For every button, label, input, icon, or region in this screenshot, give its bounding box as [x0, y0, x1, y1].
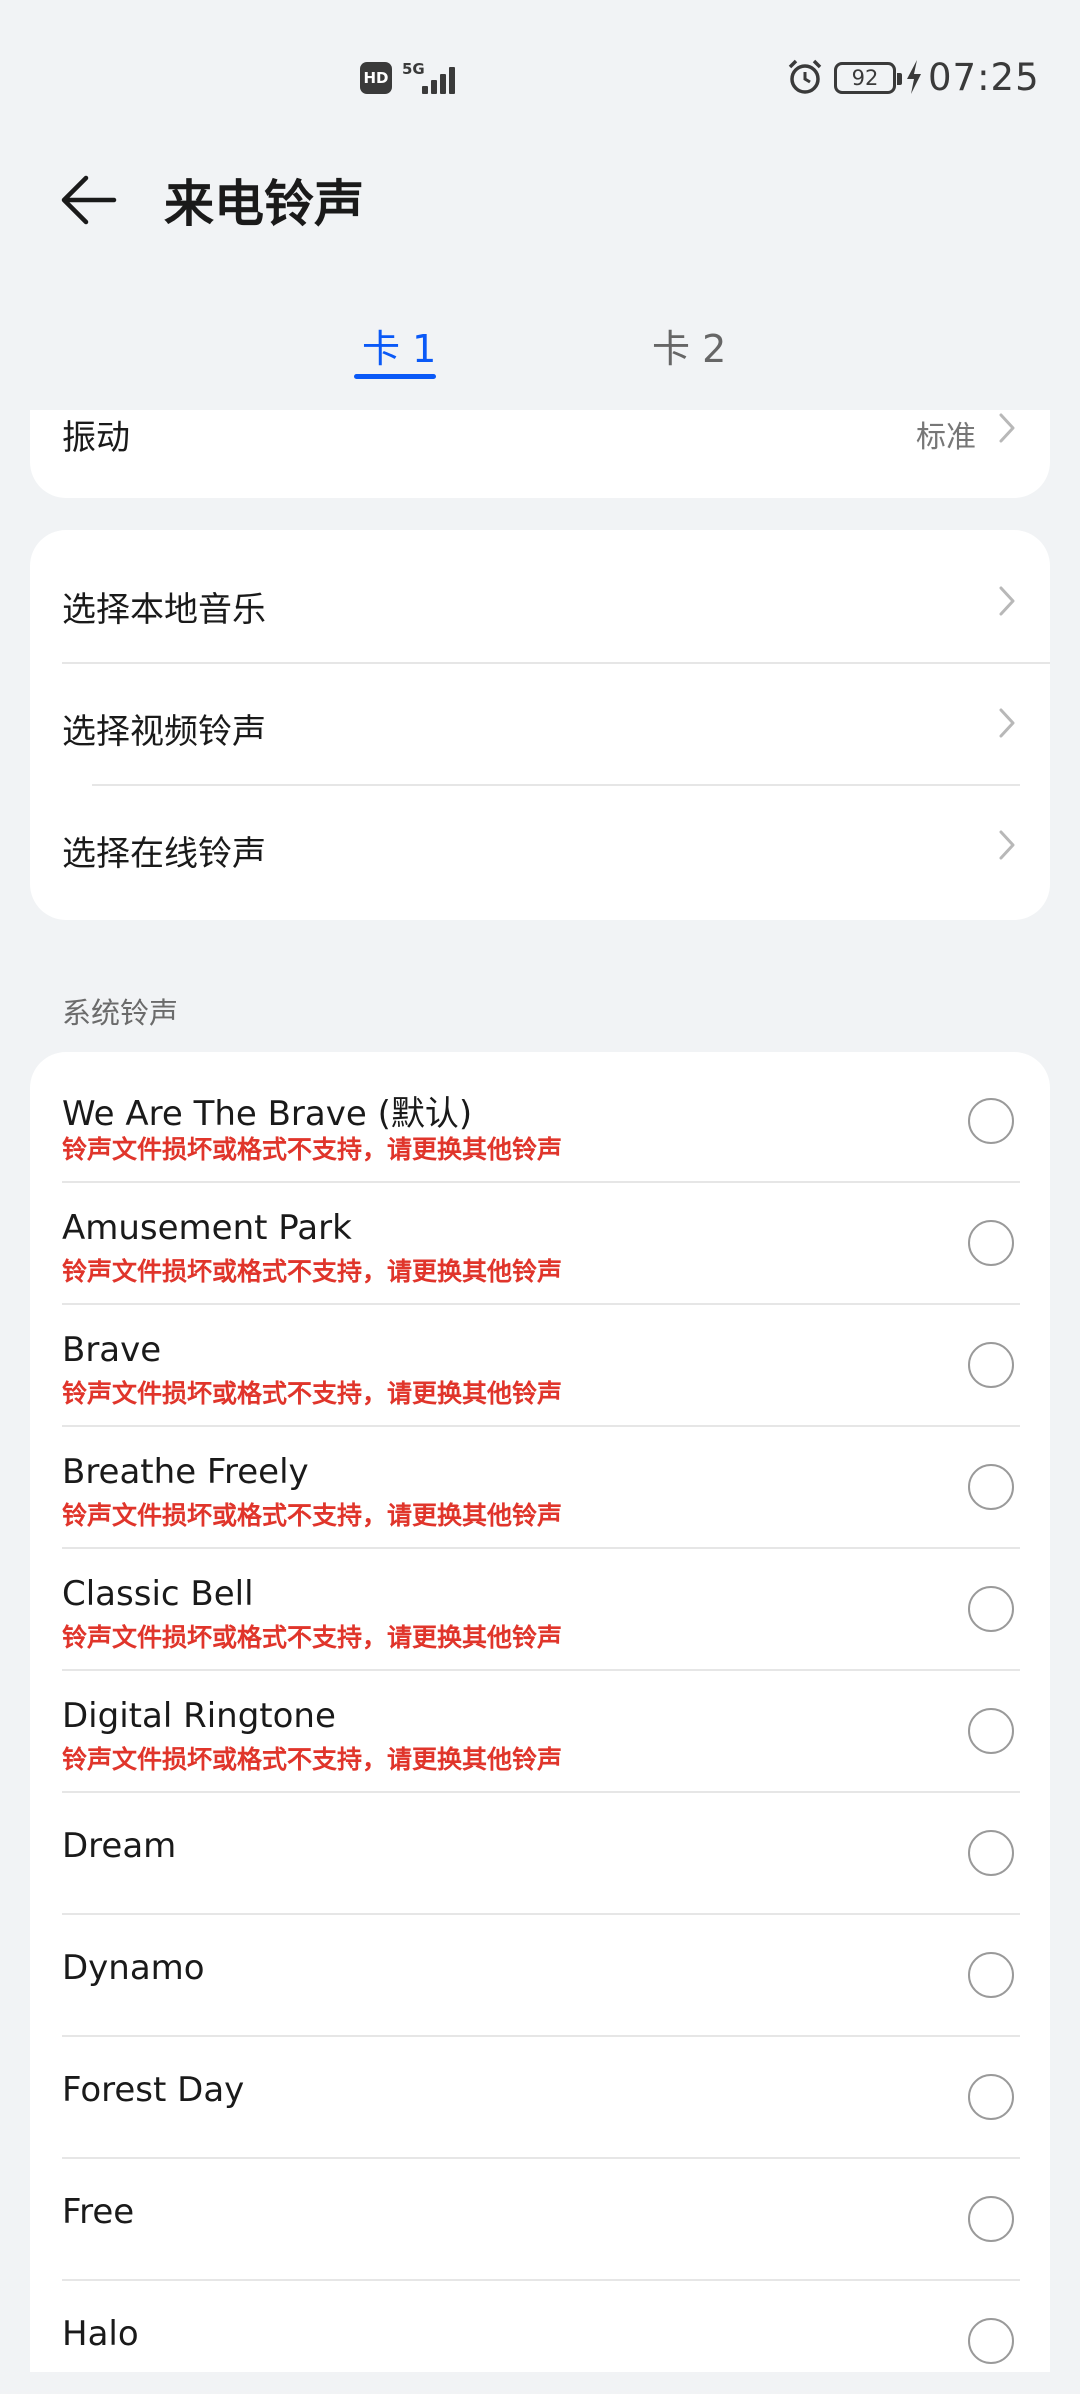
ringtone-name: Classic Bell — [62, 1574, 254, 1614]
option-label: 选择本地音乐 — [62, 590, 266, 630]
alarm-icon — [788, 59, 822, 94]
ringtone-item[interactable]: Amusement Park 铃声文件损坏或格式不支持，请更换其他铃声 — [30, 1174, 1050, 1296]
ringtone-name: Free — [62, 2192, 135, 2232]
chevron-right-icon — [999, 708, 1015, 738]
ringtone-list: We Are The Brave (默认) 铃声文件损坏或格式不支持，请更换其他… — [30, 1052, 1050, 2372]
chevron-right-icon — [999, 830, 1015, 860]
network-type-label: 5G — [402, 60, 425, 78]
ringtone-item[interactable]: Dream — [30, 1784, 1050, 1906]
section-title-system-ringtones: 系统铃声 — [62, 996, 179, 1030]
ringtone-item[interactable]: Brave 铃声文件损坏或格式不支持，请更换其他铃声 — [30, 1296, 1050, 1418]
ringtone-name: Dynamo — [62, 1948, 205, 1988]
ringtone-name: Digital Ringtone — [62, 1696, 336, 1736]
option-label: 选择视频铃声 — [62, 712, 266, 752]
ringtone-name: Forest Day — [62, 2070, 245, 2110]
chevron-right-icon — [999, 413, 1015, 443]
ringtone-error: 铃声文件损坏或格式不支持，请更换其他铃声 — [62, 1623, 563, 1652]
radio-button[interactable] — [968, 2318, 1014, 2364]
signal-icon: 5G — [402, 60, 462, 100]
status-time: 07:25 — [928, 56, 1040, 99]
radio-button[interactable] — [968, 1220, 1014, 1266]
vibration-label: 振动 — [62, 418, 130, 458]
select-video-ringtone[interactable]: 选择视频铃声 — [30, 664, 1050, 786]
select-local-music[interactable]: 选择本地音乐 — [30, 530, 1050, 652]
ringtone-error: 铃声文件损坏或格式不支持，请更换其他铃声 — [62, 1745, 563, 1774]
sim-tabs: 卡 1 卡 2 — [0, 310, 1080, 390]
radio-button[interactable] — [968, 1586, 1014, 1632]
ringtone-name: Amusement Park — [62, 1208, 352, 1248]
ringtone-error: 铃声文件损坏或格式不支持，请更换其他铃声 — [62, 1257, 563, 1286]
ringtone-item[interactable]: Digital Ringtone 铃声文件损坏或格式不支持，请更换其他铃声 — [30, 1662, 1050, 1784]
ringtone-item[interactable]: Forest Day — [30, 2028, 1050, 2150]
option-label: 选择在线铃声 — [62, 834, 266, 874]
battery-icon: 92 — [834, 62, 902, 94]
radio-button[interactable] — [968, 1098, 1014, 1144]
radio-button[interactable] — [968, 1952, 1014, 1998]
ringtone-error: 铃声文件损坏或格式不支持，请更换其他铃声 — [62, 1135, 563, 1164]
ringtone-name: We Are The Brave (默认) — [62, 1094, 473, 1134]
ringtone-item[interactable]: Halo — [30, 2272, 1050, 2394]
ringtone-name: Halo — [62, 2314, 139, 2354]
music-options-card: 选择本地音乐 选择视频铃声 选择在线铃声 — [30, 530, 1050, 920]
tab-active-indicator — [354, 374, 436, 379]
chevron-right-icon — [999, 586, 1015, 616]
ringtone-item[interactable]: Free — [30, 2150, 1050, 2272]
ringtone-item[interactable]: Classic Bell 铃声文件损坏或格式不支持，请更换其他铃声 — [30, 1540, 1050, 1662]
ringtone-error: 铃声文件损坏或格式不支持，请更换其他铃声 — [62, 1501, 563, 1530]
arrow-left-icon[interactable] — [58, 172, 120, 228]
ringtone-item[interactable]: Dynamo — [30, 1906, 1050, 2028]
radio-button[interactable] — [968, 1342, 1014, 1388]
radio-button[interactable] — [968, 2074, 1014, 2120]
hd-icon: HD — [360, 62, 392, 94]
ringtone-name: Brave — [62, 1330, 162, 1370]
status-bar: HD 5G 92 07:25 — [0, 0, 1080, 150]
ringtone-item[interactable]: We Are The Brave (默认) 铃声文件损坏或格式不支持，请更换其他… — [30, 1052, 1050, 1174]
page-title: 来电铃声 — [164, 175, 364, 233]
ringtone-name: Breathe Freely — [62, 1452, 309, 1492]
charging-icon — [907, 60, 921, 94]
ringtone-item[interactable]: Breathe Freely 铃声文件损坏或格式不支持，请更换其他铃声 — [30, 1418, 1050, 1540]
radio-button[interactable] — [968, 1830, 1014, 1876]
ringtone-name: Dream — [62, 1826, 177, 1866]
radio-button[interactable] — [968, 1708, 1014, 1754]
radio-button[interactable] — [968, 1464, 1014, 1510]
radio-button[interactable] — [968, 2196, 1014, 2242]
tab-sim-2[interactable]: 卡 2 — [652, 318, 726, 373]
vibration-row[interactable]: 振动 标准 — [30, 410, 1050, 498]
ringtone-error: 铃声文件损坏或格式不支持，请更换其他铃声 — [62, 1379, 563, 1408]
app-header: 来电铃声 — [0, 150, 1080, 250]
select-online-ringtone[interactable]: 选择在线铃声 — [30, 786, 1050, 908]
vibration-value: 标准 — [916, 420, 976, 455]
tab-sim-1[interactable]: 卡 1 — [362, 318, 436, 373]
